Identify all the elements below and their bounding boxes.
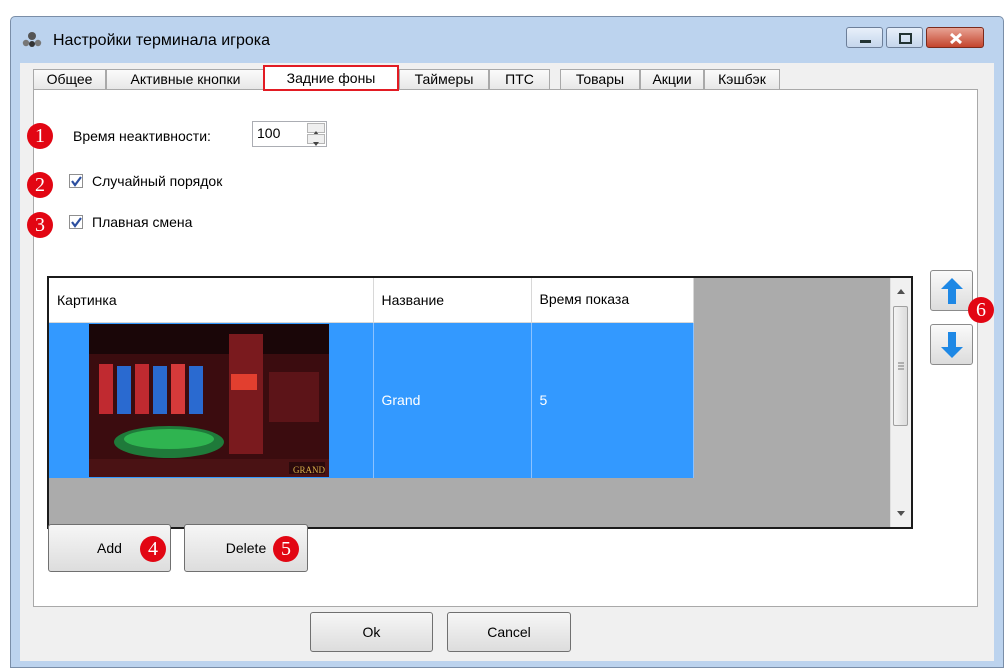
smooth-change-checkbox[interactable] (69, 215, 83, 229)
annotation-badge-5: 5 (273, 536, 299, 562)
grid-table: Картинка Название Время показа GRAND Gra… (49, 278, 694, 478)
checkmark-icon (71, 176, 82, 187)
thumbnail-caption: GRAND (292, 464, 325, 475)
column-header-picture[interactable]: Картинка (49, 278, 374, 323)
random-order-checkbox[interactable] (69, 174, 83, 188)
backgrounds-grid[interactable]: Картинка Название Время показа GRAND Gra… (47, 276, 913, 529)
tab-cashback[interactable]: Кэшбэк (704, 69, 780, 90)
move-up-button[interactable] (930, 270, 973, 311)
cell-picture[interactable]: GRAND (49, 322, 374, 478)
tab-general[interactable]: Общее (33, 69, 106, 90)
move-down-button[interactable] (930, 324, 973, 365)
tab-timers[interactable]: Таймеры (399, 69, 489, 90)
annotation-badge-3: 3 (27, 212, 53, 238)
annotation-badge-4: 4 (140, 536, 166, 562)
close-button[interactable] (926, 27, 984, 48)
annotation-badge-6: 6 (968, 297, 994, 323)
maximize-button[interactable] (886, 27, 923, 48)
tab-pts[interactable]: ПТС (489, 69, 550, 90)
smooth-change-label: Плавная смена (92, 214, 193, 230)
tab-promotions[interactable]: Акции (640, 69, 704, 90)
annotation-badge-2: 2 (27, 172, 53, 198)
inactivity-label: Время неактивности: (73, 128, 211, 144)
tab-goods[interactable]: Товары (560, 69, 640, 90)
cancel-button[interactable]: Cancel (447, 612, 571, 652)
cell-time[interactable]: 5 (531, 322, 694, 478)
arrow-up-icon (941, 278, 963, 304)
scroll-down-icon (897, 511, 905, 516)
casino-thumbnail: GRAND (89, 323, 329, 477)
spin-down-icon[interactable] (307, 134, 325, 146)
table-row[interactable]: GRAND Grand 5 (49, 322, 694, 478)
app-icon (21, 30, 43, 48)
inactivity-spinner[interactable] (307, 123, 325, 146)
annotation-badge-1: 1 (27, 123, 53, 149)
scrollbar-thumb[interactable] (893, 306, 908, 426)
spin-up-icon[interactable] (307, 123, 325, 135)
column-header-name[interactable]: Название (373, 278, 532, 323)
grid-vertical-scrollbar[interactable] (890, 278, 911, 527)
minimize-button[interactable] (846, 27, 883, 48)
close-icon (949, 32, 963, 45)
tab-backgrounds[interactable]: Задние фоны (263, 65, 399, 91)
column-header-time[interactable]: Время показа (531, 278, 694, 323)
inactivity-input[interactable]: 100 (252, 121, 327, 147)
inactivity-value: 100 (257, 125, 281, 141)
tab-active-buttons[interactable]: Активные кнопки (106, 69, 265, 90)
settings-window: Настройки терминала игрока Общее Активны… (10, 16, 1004, 668)
grid-header-row: Картинка Название Время показа (49, 278, 694, 323)
scroll-up-icon (897, 289, 905, 294)
title-bar[interactable]: Настройки терминала игрока (11, 17, 1003, 63)
random-order-label: Случайный порядок (92, 173, 223, 189)
arrow-down-icon (941, 332, 963, 358)
ok-button[interactable]: Ok (310, 612, 433, 652)
cell-name[interactable]: Grand (373, 322, 532, 478)
checkmark-icon (71, 217, 82, 228)
window-title: Настройки терминала игрока (53, 32, 271, 49)
